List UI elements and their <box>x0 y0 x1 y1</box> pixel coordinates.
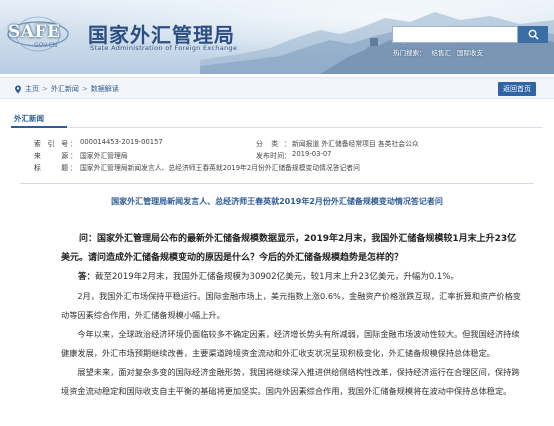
article-answer: 答：截至2019年2月末，我国外汇储备规模为30902亿美元，较1月末上升23亿… <box>61 268 521 287</box>
hot-search-item[interactable]: 结售汇 <box>432 49 452 57</box>
article-paragraph: 今年以来，全球政治经济环境仍面临较多不确定因素，经济增长势头有所减弱，国际金融市… <box>61 329 520 358</box>
meta-index-value: 000014453-2019-00157 <box>80 138 163 146</box>
breadcrumb-data-interpretation[interactable]: 数据解读 <box>91 84 119 94</box>
section-title: 外汇新闻 <box>14 114 44 123</box>
breadcrumb-separator: > <box>42 85 48 93</box>
section-underline <box>11 126 67 128</box>
breadcrumb-news[interactable]: 外汇新闻 <box>51 84 79 94</box>
logo-domain: GOV.CN <box>34 42 58 49</box>
meta-title-value: 国家外汇管理局新闻发言人、总经济师王春英就2019年2月份外汇储备规模变动情况答… <box>80 164 360 172</box>
hot-search-label: 热门搜索： <box>393 49 426 57</box>
logo-text: SAFE <box>8 22 61 42</box>
article-paragraph: 2月，我国外汇市场保持平稳运行。国际金融市场上，美元指数上涨0.6%，金融资产价… <box>61 291 521 320</box>
article-question: 问：国家外汇管理局公布的最新外汇储备规模数据显示，2019年2月末，我国外汇储备… <box>61 234 517 263</box>
hot-search: 热门搜索： 结售汇 国际收支 <box>393 47 489 57</box>
article-title: 国家外汇管理局新闻发言人、总经济师王春英就2019年2月份外汇储备规模变动情况答… <box>111 197 443 206</box>
site-title-en: State Administration of Foreign Exchange <box>90 44 238 52</box>
article-body: 问：国家外汇管理局公布的最新外汇储备规模数据显示，2019年2月末，我国外汇储备… <box>61 230 521 401</box>
breadcrumb: 主页 > 外汇新闻 > 数据解读 <box>14 84 119 94</box>
article-paragraph: 展望未来，面对复杂多变的国际经济金融形势，我国将继续深入推进供给侧结构性改革，保… <box>61 367 520 396</box>
answer-label: 答： <box>78 272 96 282</box>
search-button[interactable] <box>518 26 548 43</box>
search-input[interactable] <box>393 27 517 42</box>
divider <box>20 183 534 184</box>
breadcrumb-home[interactable]: 主页 <box>25 84 39 94</box>
answer-text: 截至2019年2月末，我国外汇储备规模为30902亿美元，较1月末上升23亿美元… <box>95 272 459 282</box>
meta-label: 发布时间 <box>256 152 284 160</box>
location-pin-icon <box>15 84 21 94</box>
search-box <box>392 26 518 43</box>
back-home-button[interactable]: 返回首页 <box>498 82 536 96</box>
meta-label: 索引号 <box>34 140 68 148</box>
hot-search-item[interactable]: 国际收支 <box>457 49 483 57</box>
section-tab: 外汇新闻 <box>11 112 543 128</box>
meta-source-value: 国家外汇管理局 <box>80 152 128 160</box>
meta-category-value: 新闻报道 外汇储备经常项目 各类社会公众 <box>292 140 419 148</box>
meta-date-value: 2019-03-07 <box>292 150 332 158</box>
site-header: SAFE GOV.CN 国家外汇管理局 State Administration… <box>0 0 554 74</box>
meta-label: 来源 <box>34 152 68 160</box>
search-icon <box>528 29 539 40</box>
breadcrumb-separator: > <box>81 85 88 93</box>
meta-label: 分类 <box>256 140 278 148</box>
meta-label: 标题 <box>34 164 68 172</box>
breadcrumb-bar: 主页 > 外汇新闻 > 数据解读 返回首页 <box>0 77 554 99</box>
